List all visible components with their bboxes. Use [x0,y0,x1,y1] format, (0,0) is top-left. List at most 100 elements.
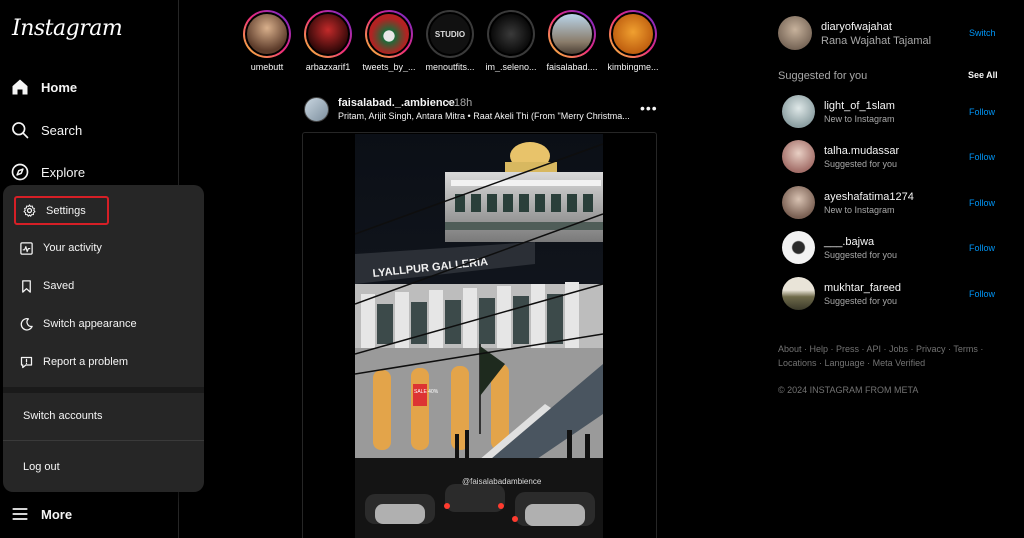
nav-more[interactable]: More [10,500,72,528]
story-avatar-text: STUDIO [434,29,466,39]
follow-button[interactable]: Follow [969,198,995,208]
story-item[interactable]: im_.seleno... [480,10,542,72]
compass-icon [11,163,29,181]
story-avatar [611,12,655,56]
suggestion-subtext: New to Instagram [824,114,895,124]
story-avatar [367,12,411,56]
story-avatar: STUDIO [428,12,472,56]
menu-divider [3,387,204,393]
story-username: umebutt [250,62,284,72]
story-username: menoutfits... [425,62,475,72]
story-ring [548,10,596,58]
sale-banner-text: SALE 40% [414,389,439,395]
suggestion-username[interactable]: ___.bajwa [824,236,874,248]
settings-gear-icon [23,204,36,217]
switch-account-link[interactable]: Switch [969,28,996,38]
suggestion-subtext: Suggested for you [824,159,898,169]
story-ring [243,10,291,58]
menu-your-activity-label: Your activity [43,242,102,254]
suggestion-username[interactable]: light_of_1slam [824,100,895,112]
current-user-username[interactable]: diaryofwajahat [821,21,892,33]
follow-button[interactable]: Follow [969,243,995,253]
suggestion-subtext: Suggested for you [824,296,898,306]
suggestion-username[interactable]: talha.mudassar [824,145,899,157]
follow-button[interactable]: Follow [969,152,995,162]
current-user-avatar[interactable] [778,16,812,50]
menu-report-problem[interactable]: Report a problem [11,347,196,377]
suggestion-username[interactable]: mukhtar_fareed [824,282,901,294]
suggestion-avatar[interactable] [782,277,815,310]
report-icon [20,356,33,368]
suggestion-row: mukhtar_fareed Suggested for you Follow [782,277,1002,311]
story-item[interactable]: faisalabad.... [541,10,603,72]
suggestion-avatar[interactable] [782,186,815,219]
nav-home-label: Home [41,79,78,95]
more-options-icon[interactable]: ••• [640,100,658,116]
story-ring: STUDIO [426,10,474,58]
nav-explore-label: Explore [41,164,86,180]
suggestion-row: light_of_1slam New to Instagram Follow [782,95,1002,129]
story-item[interactable]: kimbingme... [602,10,664,72]
story-item[interactable]: STUDIO menoutfits... [419,10,481,72]
bookmark-icon [22,279,31,293]
suggestion-avatar[interactable] [782,140,815,173]
post-author-avatar[interactable] [304,97,329,122]
follow-button[interactable]: Follow [969,289,995,299]
post-watermark: @faisalabadambience [462,477,542,486]
story-ring [304,10,352,58]
menu-saved-label: Saved [43,280,75,292]
footer-copyright: © 2024 INSTAGRAM FROM META [778,385,919,395]
story-ring [365,10,413,58]
current-user-fullname: Rana Wajahat Tajamal [821,35,932,47]
suggestion-row: talha.mudassar Suggested for you Follow [782,140,1002,174]
nav-home[interactable]: Home [10,73,77,101]
nav-more-label: More [41,506,73,522]
suggestion-subtext: Suggested for you [824,250,898,260]
menu-your-activity[interactable]: Your activity [11,233,196,263]
menu-report-problem-label: Report a problem [43,356,128,368]
menu-switch-appearance[interactable]: Switch appearance [11,309,196,339]
menu-logout[interactable]: Log out [23,461,60,473]
story-avatar [550,12,594,56]
footer-links[interactable]: About · Help · Press · API · Jobs · Priv… [778,342,988,370]
story-avatar [489,12,533,56]
menu-saved[interactable]: Saved [11,271,196,301]
suggestion-avatar[interactable] [782,95,815,128]
post-author-username[interactable]: faisalabad._.ambience [338,97,455,109]
story-ring [487,10,535,58]
post-audio-info[interactable]: Pritam, Arijit Singh, Antara Mitra • Raa… [338,111,634,121]
home-icon [12,79,28,95]
story-avatar [245,12,289,56]
story-avatar [306,12,350,56]
story-item[interactable]: tweets_by_... [358,10,420,72]
activity-icon [20,241,33,255]
hamburger-menu-icon [12,508,28,520]
menu-settings-label: Settings [46,204,86,217]
moon-icon [20,317,33,331]
suggestion-row: ___.bajwa Suggested for you Follow [782,231,1002,265]
instagram-logo[interactable]: Instagram [12,16,123,41]
post-timestamp: • 18h [447,97,473,109]
story-username: im_.seleno... [485,62,537,72]
story-item[interactable]: umebutt [236,10,298,72]
follow-button[interactable]: Follow [969,107,995,117]
nav-search-label: Search [41,122,83,138]
menu-switch-appearance-label: Switch appearance [43,318,137,330]
nav-explore[interactable]: Explore [10,158,85,186]
suggestion-avatar[interactable] [782,231,815,264]
menu-switch-accounts[interactable]: Switch accounts [23,410,102,422]
story-username: kimbingme... [607,62,659,72]
nav-search[interactable]: Search [10,116,82,144]
suggestions-title: Suggested for you [778,70,868,82]
suggestion-username[interactable]: ayeshafatima1274 [824,191,914,203]
story-item[interactable]: arbazxarif1 [297,10,359,72]
suggestion-row: ayeshafatima1274 New to Instagram Follow [782,186,1002,220]
more-menu: Settings Your activity Saved Switch appe… [3,185,204,492]
story-username: tweets_by_... [362,62,416,72]
see-all-link[interactable]: See All [968,70,998,80]
menu-settings[interactable]: Settings [14,196,109,225]
search-icon [12,122,29,139]
suggestion-subtext: New to Instagram [824,205,895,215]
story-username: arbazxarif1 [305,62,351,72]
story-username: faisalabad.... [546,62,598,72]
